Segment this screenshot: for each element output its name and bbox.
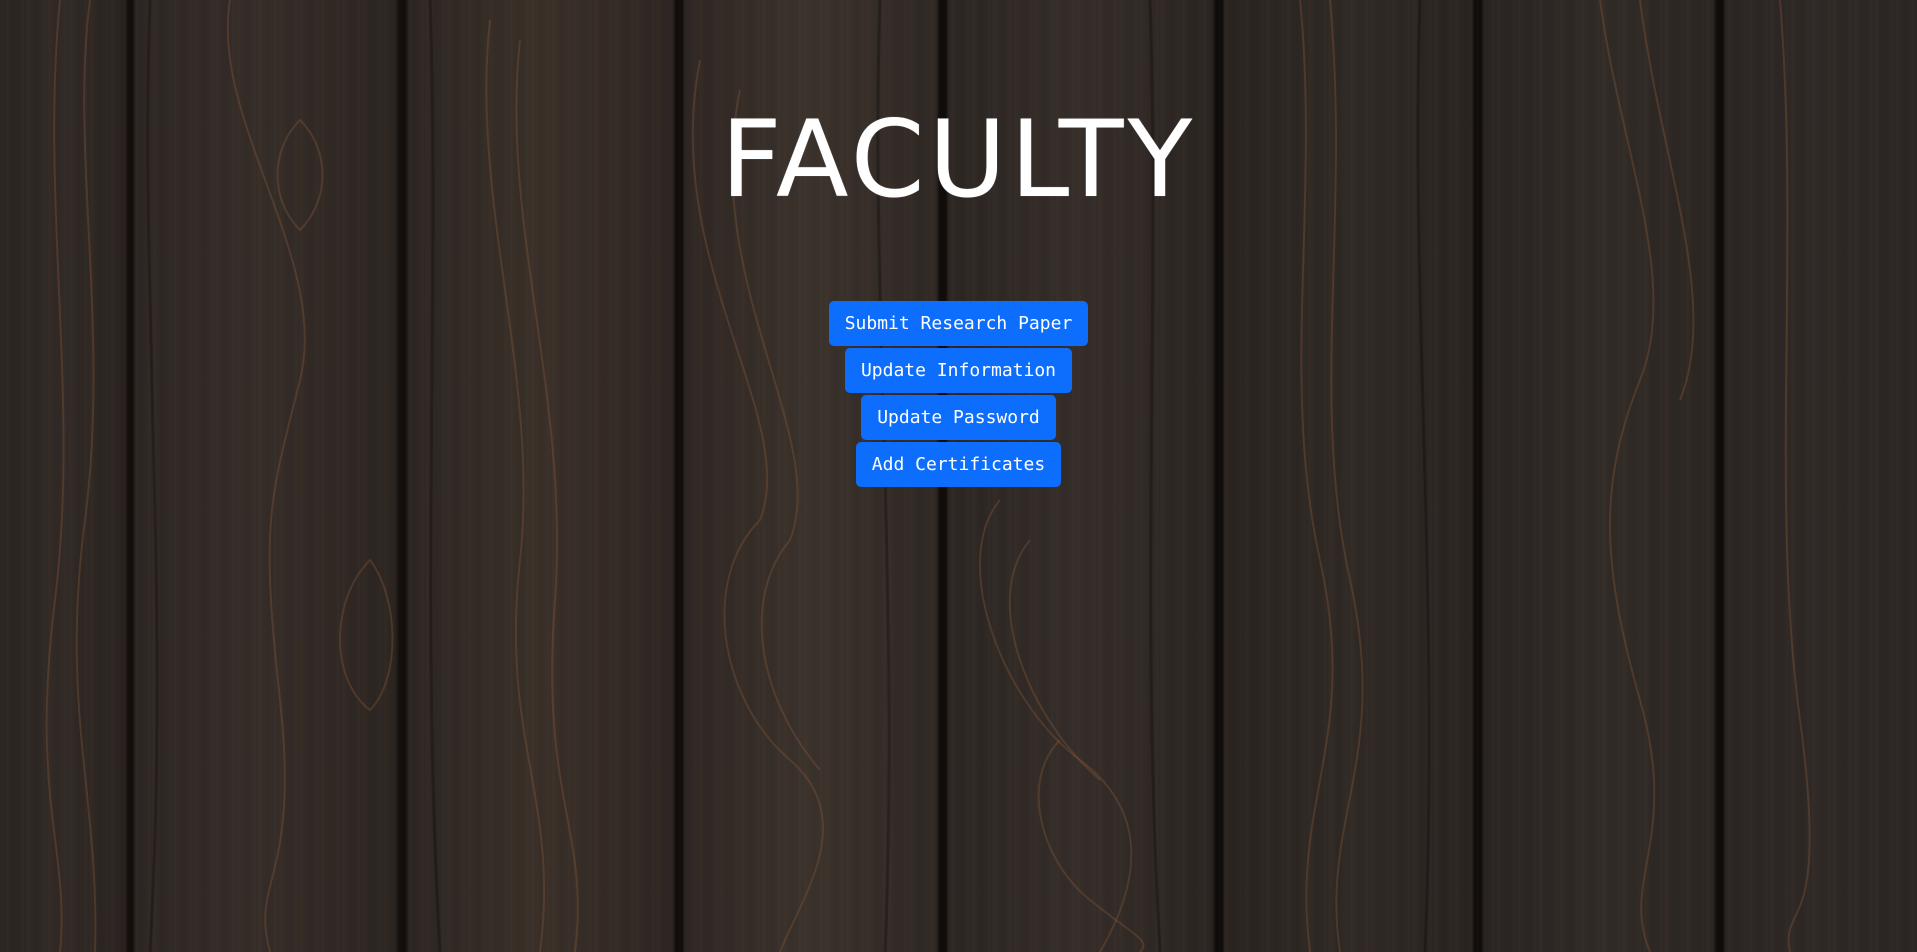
submit-research-paper-button[interactable]: Submit Research Paper: [828, 301, 1089, 346]
action-button-group: Submit Research Paper Update Information…: [828, 301, 1089, 487]
page-title: FACULTY: [720, 98, 1197, 221]
faculty-dashboard: FACULTY Submit Research Paper Update Inf…: [0, 0, 1917, 952]
update-information-button[interactable]: Update Information: [844, 348, 1073, 393]
update-password-button[interactable]: Update Password: [861, 395, 1056, 440]
add-certificates-button[interactable]: Add Certificates: [855, 442, 1062, 487]
